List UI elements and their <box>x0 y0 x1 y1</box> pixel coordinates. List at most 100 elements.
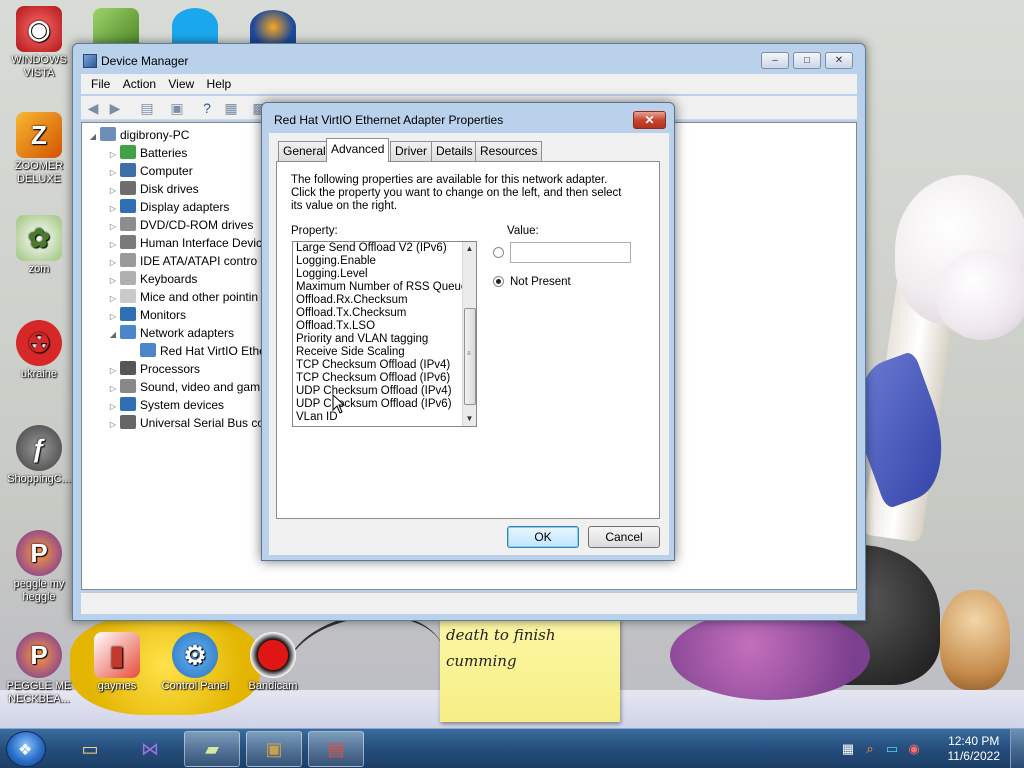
tree-item-ide-ata-atapi[interactable]: ▷ IDE ATA/ATAPI contro <box>108 253 257 270</box>
menu-view[interactable]: View <box>166 74 201 91</box>
taskbar-beaver-box[interactable]: ▣ <box>246 731 302 767</box>
scan-hardware-icon[interactable]: ▦ <box>223 100 239 116</box>
search-tray-icon[interactable]: ⌕ <box>862 741 878 757</box>
ok-button[interactable]: OK <box>507 526 579 548</box>
globe-app-icon[interactable] <box>250 10 296 44</box>
expand-arrow-icon[interactable]: ▷ <box>108 416 118 433</box>
menu-file[interactable]: File <box>89 74 117 91</box>
forward-arrow-icon[interactable]: ▶ <box>107 100 123 116</box>
skype-icon[interactable] <box>172 8 218 44</box>
network-tray-icon[interactable]: ▦ <box>840 741 856 757</box>
maximize-button[interactable]: □ <box>793 52 821 69</box>
expand-arrow-icon[interactable]: ▷ <box>108 200 118 217</box>
tree-item-sound-video-game[interactable]: ▷ Sound, video and gam <box>108 379 260 396</box>
list-item[interactable]: Large Send Offload V2 (IPv6) <box>293 242 476 255</box>
clock[interactable]: 12:40 PM 11/6/2022 <box>948 734 1001 764</box>
desktop-icon-bandicam[interactable]: Bandicam <box>236 632 310 693</box>
list-item[interactable]: Logging.Enable <box>293 255 476 268</box>
list-item[interactable]: Logging.Level <box>293 268 476 281</box>
cancel-button[interactable]: Cancel <box>588 526 660 548</box>
expand-arrow-icon[interactable]: ▷ <box>108 146 118 163</box>
tab-driver[interactable]: Driver <box>390 141 432 161</box>
tree-item-usb-controllers[interactable]: ▷ Universal Serial Bus co <box>108 415 264 432</box>
tree-item-human-interface-devices[interactable]: ▷ Human Interface Devic <box>108 235 262 252</box>
collapse-arrow-icon[interactable]: ◢ <box>88 128 98 145</box>
record-tray-icon[interactable]: ◉ <box>906 741 922 757</box>
tab-details[interactable]: Details <box>431 141 478 161</box>
sticky-note[interactable]: death to finish cumming <box>440 618 620 722</box>
show-desktop-button[interactable] <box>1010 729 1024 768</box>
scrollbar-thumb[interactable]: ≡ <box>464 308 476 405</box>
not-present-radio[interactable] <box>493 276 504 287</box>
expand-arrow-icon[interactable]: ▷ <box>108 236 118 253</box>
expand-arrow-icon[interactable]: ▷ <box>108 254 118 271</box>
property-list[interactable]: Large Send Offload V2 (IPv6) Logging.Ena… <box>292 241 477 427</box>
taskbar-visual-studio[interactable]: ⋈ <box>122 731 178 767</box>
list-item[interactable]: Receive Side Scaling <box>293 346 476 359</box>
list-item[interactable]: TCP Checksum Offload (IPv6) <box>293 372 476 385</box>
list-item[interactable]: TCP Checksum Offload (IPv4) <box>293 359 476 372</box>
expand-arrow-icon[interactable]: ▷ <box>108 290 118 307</box>
property-list-scrollbar[interactable]: ▲ ≡ ▼ <box>462 242 476 426</box>
dialog-close-button[interactable]: ✕ <box>633 111 666 129</box>
tree-item-dvd-cd-rom-drives[interactable]: ▷ DVD/CD-ROM drives <box>108 217 253 234</box>
desktop-icon-control-panel[interactable]: ⚙ Control Panel <box>158 632 232 693</box>
list-item[interactable]: Maximum Number of RSS Queues <box>293 281 476 294</box>
tree-item-monitors[interactable]: ▷ Monitors <box>108 307 186 324</box>
show-hide-tree-icon[interactable]: ▤ <box>139 100 155 116</box>
tab-advanced[interactable]: Advanced <box>326 138 390 162</box>
desktop-icon-gaymes[interactable]: ▮ gaymes <box>80 632 154 693</box>
list-item[interactable]: Offload.Tx.Checksum <box>293 307 476 320</box>
expand-arrow-icon[interactable]: ▷ <box>108 182 118 199</box>
list-item[interactable]: Offload.Tx.LSO <box>293 320 476 333</box>
expand-arrow-icon[interactable]: ▷ <box>108 218 118 235</box>
expand-arrow-icon[interactable]: ▷ <box>108 272 118 289</box>
list-item[interactable]: Offload.Rx.Checksum <box>293 294 476 307</box>
tree-item-display-adapters[interactable]: ▷ Display adapters <box>108 199 229 216</box>
tree-item-computer[interactable]: ▷ Computer <box>108 163 193 180</box>
adapter-properties-dialog[interactable]: Red Hat VirtIO Ethernet Adapter Properti… <box>261 102 675 561</box>
tab-resources[interactable]: Resources <box>475 141 543 161</box>
tree-item-system-devices[interactable]: ▷ System devices <box>108 397 224 414</box>
expand-arrow-icon[interactable]: ▷ <box>108 308 118 325</box>
expand-arrow-icon[interactable]: ▷ <box>108 380 118 397</box>
desktop-icon-zom[interactable]: ✿ zom <box>2 215 76 276</box>
list-item[interactable]: UDP Checksum Offload (IPv6) <box>293 398 476 411</box>
value-input[interactable] <box>510 242 631 263</box>
value-radio[interactable] <box>493 247 504 258</box>
scroll-down-arrow-icon[interactable]: ▼ <box>463 412 476 426</box>
tree-item-mice[interactable]: ▷ Mice and other pointin <box>108 289 258 306</box>
minimize-button[interactable]: – <box>761 52 789 69</box>
menu-help[interactable]: Help <box>205 74 239 91</box>
expand-arrow-icon[interactable]: ▷ <box>108 164 118 181</box>
tree-root[interactable]: ◢ digibrony-PC <box>88 127 189 144</box>
list-item[interactable]: UDP Checksum Offload (IPv4) <box>293 385 476 398</box>
tree-item-network-adapters[interactable]: ◢ Network adapters <box>108 325 234 342</box>
tree-item-processors[interactable]: ▷ Processors <box>108 361 200 378</box>
desktop-icon-peggle-me-neckbea[interactable]: P PEGGLE ME NECKBEA... <box>2 632 76 706</box>
expand-arrow-icon[interactable]: ▷ <box>108 398 118 415</box>
start-button[interactable]: ❖ <box>6 731 46 767</box>
scroll-up-arrow-icon[interactable]: ▲ <box>463 242 476 256</box>
desktop-icon-windows-vista[interactable]: ◉ WINDOWS VISTA <box>2 6 76 80</box>
list-item[interactable]: VLan ID <box>293 411 476 424</box>
taskbar-device-manager[interactable]: ▤ <box>308 731 364 767</box>
desktop-icon-shoppingc[interactable]: ƒ ShoppingC... <box>2 425 76 486</box>
tree-item-disk-drives[interactable]: ▷ Disk drives <box>108 181 199 198</box>
tree-item-red-hat-virtio[interactable]: Red Hat VirtIO Ethe <box>128 343 266 360</box>
desktop-icon-peggle-my-heggle[interactable]: P peggle my heggle <box>2 530 76 604</box>
collapse-arrow-icon[interactable]: ◢ <box>108 326 118 343</box>
menu-action[interactable]: Action <box>121 74 163 91</box>
desktop-icon-zoomer-deluxe[interactable]: Z ZOOMER DELUXE <box>2 112 76 186</box>
properties-icon[interactable]: ▣ <box>169 100 185 116</box>
monitor-tray-icon[interactable]: ▭ <box>884 741 900 757</box>
beaver-app-icon[interactable] <box>93 8 139 44</box>
tree-item-keyboards[interactable]: ▷ Keyboards <box>108 271 197 288</box>
taskbar-sticky-notes[interactable]: ▰ <box>184 731 240 767</box>
list-item[interactable]: Priority and VLAN tagging <box>293 333 476 346</box>
desktop-icon-ukraine[interactable]: ☢ ukraine <box>2 320 76 381</box>
expand-arrow-icon[interactable]: ▷ <box>108 362 118 379</box>
close-button[interactable]: ✕ <box>825 52 853 69</box>
help-icon[interactable]: ? <box>199 100 215 116</box>
taskbar-explorer[interactable]: ▭ <box>62 731 118 767</box>
